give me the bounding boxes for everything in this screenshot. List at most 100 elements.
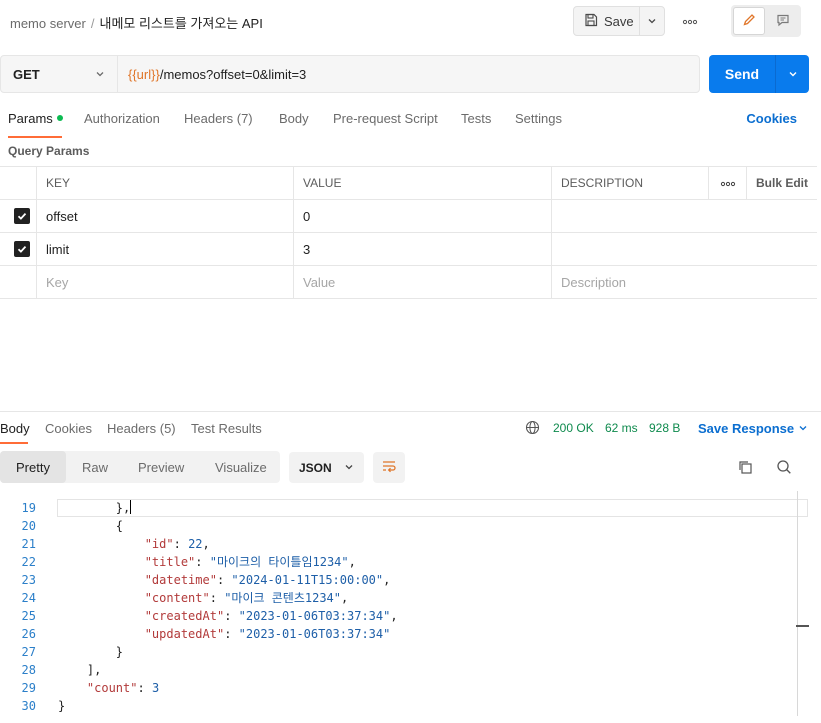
- code-token: {: [115, 519, 124, 533]
- param-checkbox[interactable]: [0, 200, 37, 232]
- code-token: ,: [383, 573, 391, 587]
- response-size[interactable]: 928 B: [649, 421, 680, 435]
- text-cursor: [130, 500, 132, 514]
- query-params-table: KEY VALUE DESCRIPTION Bulk Edit offset 0…: [0, 166, 817, 299]
- tab-response-headers[interactable]: Headers (5): [107, 421, 176, 436]
- param-key-cell[interactable]: offset: [37, 200, 294, 232]
- url-input[interactable]: {{url}}/memos?offset=0&limit=3: [118, 56, 699, 92]
- code-token: }: [58, 699, 66, 713]
- search-icon[interactable]: [776, 459, 792, 478]
- more-options-button[interactable]: [681, 13, 699, 27]
- line-number: 26: [21, 627, 36, 641]
- response-status[interactable]: 200 OK: [553, 421, 594, 435]
- code-token: "마이크 콘텐츠1234": [224, 591, 342, 605]
- code-text: },: [58, 499, 132, 517]
- edit-icon: [742, 13, 756, 30]
- line-number: 27: [21, 645, 36, 659]
- code-text: "content": "마이크 콘텐츠1234",: [58, 589, 349, 607]
- view-visualize[interactable]: Visualize: [215, 451, 267, 483]
- collection-name[interactable]: memo server: [10, 16, 86, 31]
- more-horizontal-icon: [682, 13, 698, 28]
- code-line: 24 "content": "마이크 콘텐츠1234",: [0, 589, 795, 607]
- new-param-description-input[interactable]: Description: [552, 266, 817, 298]
- comment-mode-button[interactable]: [768, 7, 799, 35]
- view-raw[interactable]: Raw: [82, 451, 108, 483]
- copy-icon[interactable]: [737, 459, 753, 478]
- tab-test-results[interactable]: Test Results: [191, 421, 262, 436]
- save-options-button[interactable]: [640, 7, 664, 35]
- save-button[interactable]: Save: [574, 7, 640, 35]
- code-token: "2023-01-06T03:37:34": [238, 609, 391, 623]
- code-text: {: [58, 517, 123, 535]
- breadcrumb-separator: /: [90, 16, 95, 31]
- code-token: ],: [86, 663, 102, 677]
- new-param-key-input[interactable]: Key: [37, 266, 294, 298]
- code-token: "content": [144, 591, 210, 605]
- format-select[interactable]: JSON: [289, 452, 364, 483]
- code-token: ,: [341, 591, 349, 605]
- send-button[interactable]: Send: [709, 55, 776, 93]
- query-params-title: Query Params: [8, 144, 90, 158]
- param-description-cell[interactable]: [552, 233, 817, 265]
- tab-body[interactable]: Body: [279, 111, 309, 126]
- param-key-cell[interactable]: limit: [37, 233, 294, 265]
- check-icon: [14, 208, 30, 224]
- line-number: 23: [21, 573, 36, 587]
- new-param-value-input[interactable]: Value: [294, 266, 552, 298]
- send-options-button[interactable]: [776, 55, 809, 93]
- active-tab-indicator: [8, 136, 62, 138]
- globe-icon[interactable]: [525, 420, 540, 438]
- tab-headers[interactable]: Headers (7): [184, 111, 253, 126]
- tab-prerequest-script[interactable]: Pre-request Script: [333, 111, 438, 126]
- body-view-segmented-control: Pretty Raw Preview Visualize: [0, 451, 280, 483]
- request-name[interactable]: 내메모 리스트를 가져오는 API: [99, 16, 262, 31]
- editor-scrollbar[interactable]: [797, 491, 798, 716]
- wrap-lines-button[interactable]: [373, 452, 405, 483]
- active-response-tab-indicator: [0, 442, 28, 444]
- chevron-down-icon: [344, 461, 354, 475]
- save-response-button[interactable]: Save Response: [698, 421, 808, 436]
- code-token: "id": [144, 537, 174, 551]
- code-line: 28 ],: [0, 661, 795, 679]
- chevron-down-icon: [95, 67, 105, 82]
- scrollbar-marker: [796, 625, 809, 627]
- tab-response-cookies[interactable]: Cookies: [45, 421, 92, 436]
- check-icon: [14, 241, 30, 257]
- column-options-button[interactable]: [709, 167, 747, 199]
- response-body-editor[interactable]: 19 }, 20 {21 "id": 22, 22 "title": "마이크의 타…: [0, 491, 821, 723]
- param-value-cell[interactable]: 3: [294, 233, 552, 265]
- tab-tests[interactable]: Tests: [461, 111, 491, 126]
- cookies-link[interactable]: Cookies: [746, 111, 797, 126]
- code-token: :: [216, 573, 232, 587]
- comment-icon: [776, 13, 790, 30]
- code-token: "마이크의 타이틀임1234": [209, 555, 349, 569]
- save-icon: [584, 13, 598, 30]
- param-checkbox[interactable]: [0, 233, 37, 265]
- chevron-down-icon: [798, 421, 808, 436]
- code-text: "datetime": "2024-01-11T15:00:00",: [58, 571, 391, 589]
- response-time[interactable]: 62 ms: [605, 421, 638, 435]
- line-number: 25: [21, 609, 36, 623]
- code-line: 21 "id": 22,: [0, 535, 795, 553]
- view-pretty[interactable]: Pretty: [0, 451, 66, 483]
- format-label: JSON: [299, 460, 332, 475]
- tab-response-body[interactable]: Body: [0, 421, 30, 436]
- code-text: }: [58, 643, 123, 661]
- more-horizontal-icon: [720, 176, 736, 190]
- tab-params-label: Params: [8, 111, 53, 126]
- param-value-cell[interactable]: 0: [294, 200, 552, 232]
- view-preview[interactable]: Preview: [138, 451, 184, 483]
- response-divider[interactable]: [0, 411, 821, 412]
- param-description-cell[interactable]: [552, 200, 817, 232]
- tab-settings[interactable]: Settings: [515, 111, 562, 126]
- code-text: "title": "마이크의 타이틀임1234",: [58, 553, 356, 571]
- code-line: 23 "datetime": "2024-01-11T15:00:00",: [0, 571, 795, 589]
- bulk-edit-button[interactable]: Bulk Edit: [747, 167, 817, 199]
- method-select[interactable]: GET: [1, 56, 118, 92]
- line-number: 29: [21, 681, 36, 695]
- tab-params[interactable]: Params: [8, 111, 63, 126]
- save-button-group: Save: [573, 6, 665, 36]
- edit-mode-button[interactable]: [733, 7, 765, 35]
- table-header-row: KEY VALUE DESCRIPTION Bulk Edit: [0, 167, 817, 200]
- tab-authorization[interactable]: Authorization: [84, 111, 160, 126]
